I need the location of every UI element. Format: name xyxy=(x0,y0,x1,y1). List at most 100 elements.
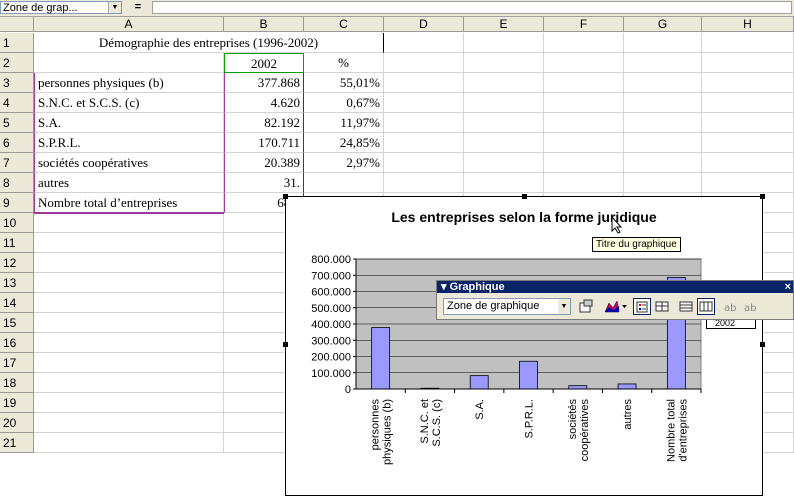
cell[interactable] xyxy=(34,353,224,373)
format-chart-area-button[interactable] xyxy=(577,298,595,315)
chart-title[interactable]: Les entreprises selon la forme juridique xyxy=(286,209,762,225)
row-header-10[interactable]: 10 xyxy=(0,213,34,233)
cell[interactable] xyxy=(624,33,702,53)
cell[interactable] xyxy=(464,173,544,193)
row-header-13[interactable]: 13 xyxy=(0,273,34,293)
cell[interactable] xyxy=(34,393,224,413)
chevron-down-icon[interactable]: ▼ xyxy=(558,299,570,314)
cell[interactable] xyxy=(384,73,464,93)
cell[interactable] xyxy=(384,153,464,173)
chart-legend[interactable]: 2002 xyxy=(706,320,756,329)
row-header-17[interactable]: 17 xyxy=(0,353,34,373)
cell[interactable] xyxy=(544,133,624,153)
selection-handle[interactable] xyxy=(283,194,288,199)
pct-header[interactable]: % xyxy=(304,53,384,73)
row-header-15[interactable]: 15 xyxy=(0,313,34,333)
column-header-f[interactable]: F xyxy=(544,17,624,32)
row-value[interactable]: 4.620 xyxy=(224,93,304,113)
row-value[interactable]: 31. xyxy=(224,173,304,193)
row-header-9[interactable]: 9 xyxy=(0,193,34,213)
formula-input[interactable] xyxy=(152,1,792,14)
column-header-d[interactable]: D xyxy=(384,17,464,32)
angle-text-up-button[interactable]: ab xyxy=(741,298,759,315)
column-header-h[interactable]: H xyxy=(702,17,794,32)
cell[interactable] xyxy=(624,53,702,73)
chart-object-select[interactable]: Zone de graphique ▼ xyxy=(443,298,571,315)
cell[interactable] xyxy=(624,113,702,133)
cell[interactable] xyxy=(464,73,544,93)
cell[interactable] xyxy=(702,173,794,193)
cell[interactable] xyxy=(384,53,464,73)
row-pct[interactable]: 2,97% xyxy=(304,153,384,173)
row-header-16[interactable]: 16 xyxy=(0,333,34,353)
cell[interactable] xyxy=(624,153,702,173)
legend-button[interactable] xyxy=(633,298,651,315)
cell[interactable] xyxy=(34,53,224,73)
row-value[interactable]: 377.868 xyxy=(224,73,304,93)
row-label[interactable]: personnes physiques (b) xyxy=(34,73,224,93)
row-label[interactable]: S.N.C. et S.C.S. (c) xyxy=(34,93,224,113)
cell[interactable] xyxy=(34,333,224,353)
row-header-18[interactable]: 18 xyxy=(0,373,34,393)
cell[interactable] xyxy=(702,73,794,93)
cell[interactable] xyxy=(464,33,544,53)
row-label[interactable]: autres xyxy=(34,173,224,193)
chart-toolbar[interactable]: ▾ Graphique × Zone de graphique ▼ ab ab xyxy=(436,280,794,320)
chart-type-button[interactable] xyxy=(603,298,629,315)
select-all-corner[interactable] xyxy=(0,17,34,32)
row-value[interactable]: 20.389 xyxy=(224,153,304,173)
chart-area[interactable]: 0 100.000 200.000 300.000 400.000 500.000 600.… xyxy=(283,194,765,496)
close-icon[interactable]: × xyxy=(785,281,791,293)
selection-handle[interactable] xyxy=(283,342,288,347)
row-header-14[interactable]: 14 xyxy=(0,293,34,313)
row-header-19[interactable]: 19 xyxy=(0,393,34,413)
row-pct[interactable]: 55,01% xyxy=(304,73,384,93)
cell[interactable] xyxy=(34,253,224,273)
name-box[interactable]: Zone de grap... ▼ xyxy=(0,1,122,14)
row-header-21[interactable]: 21 xyxy=(0,433,34,453)
row-pct[interactable]: 0,67% xyxy=(304,93,384,113)
selection-handle[interactable] xyxy=(760,342,765,347)
cell[interactable] xyxy=(464,113,544,133)
cell[interactable] xyxy=(702,53,794,73)
row-header-6[interactable]: 6 xyxy=(0,133,34,153)
row-header-4[interactable]: 4 xyxy=(0,93,34,113)
column-header-g[interactable]: G xyxy=(624,17,702,32)
cell[interactable] xyxy=(544,73,624,93)
row-header-5[interactable]: 5 xyxy=(0,113,34,133)
row-label[interactable]: Nombre total d’entreprises xyxy=(34,193,224,213)
cell[interactable] xyxy=(544,153,624,173)
row-value[interactable]: 170.711 xyxy=(224,133,304,153)
column-header-b[interactable]: B xyxy=(224,17,304,32)
row-header-1[interactable]: 1 xyxy=(0,33,34,53)
data-table-button[interactable] xyxy=(653,298,671,315)
row-header-20[interactable]: 20 xyxy=(0,413,34,433)
by-row-button[interactable] xyxy=(677,298,695,315)
angle-text-down-button[interactable]: ab xyxy=(721,298,739,315)
row-header-12[interactable]: 12 xyxy=(0,253,34,273)
row-header-2[interactable]: 2 xyxy=(0,53,34,73)
cell[interactable] xyxy=(544,113,624,133)
cell[interactable] xyxy=(34,293,224,313)
column-header-e[interactable]: E xyxy=(464,17,544,32)
row-label[interactable]: S.A. xyxy=(34,113,224,133)
cell[interactable] xyxy=(464,53,544,73)
cell[interactable] xyxy=(34,413,224,433)
cell[interactable] xyxy=(34,313,224,333)
formula-equals-button[interactable]: = xyxy=(128,1,148,14)
cell[interactable] xyxy=(544,33,624,53)
row-header-11[interactable]: 11 xyxy=(0,233,34,253)
row-header-8[interactable]: 8 xyxy=(0,173,34,193)
cell[interactable] xyxy=(624,133,702,153)
cell[interactable] xyxy=(34,273,224,293)
cell[interactable] xyxy=(464,153,544,173)
cell[interactable] xyxy=(384,93,464,113)
column-header-a[interactable]: A xyxy=(34,17,224,32)
cell[interactable] xyxy=(34,433,224,453)
cell[interactable] xyxy=(384,173,464,193)
row-pct[interactable]: 11,97% xyxy=(304,113,384,133)
cell[interactable] xyxy=(384,113,464,133)
cell[interactable] xyxy=(384,133,464,153)
column-header-c[interactable]: C xyxy=(304,17,384,32)
cell[interactable] xyxy=(384,33,464,53)
